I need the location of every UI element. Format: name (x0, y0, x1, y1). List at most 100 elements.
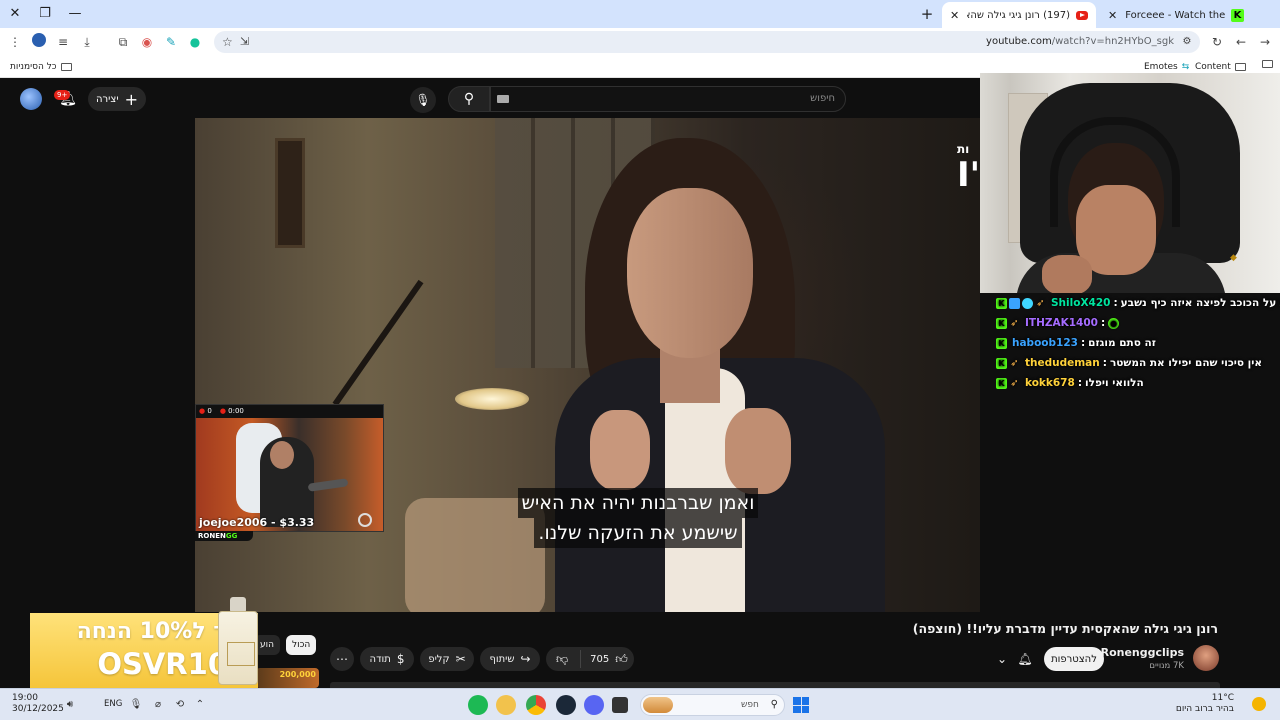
discord-icon[interactable] (584, 695, 604, 715)
chat-separator: : (1077, 377, 1083, 389)
taskbar-search[interactable]: חפש ⚲ (640, 694, 785, 716)
chat-username: kokk678 (1025, 377, 1075, 389)
account-avatar[interactable] (20, 88, 42, 110)
subscription-menu[interactable]: ⌄ (992, 647, 1012, 671)
thanks-button[interactable]: תודה $ (360, 647, 414, 671)
chat-overlay: K ➶ ShiloX420 : ריברת על הכוכב לפיצה איז… (996, 294, 1280, 394)
chat-separator: : (1100, 317, 1106, 329)
extensions-icon[interactable]: ⧉ (114, 33, 132, 51)
bookmark-emotes[interactable]: Emotes ⇆ (1144, 60, 1189, 74)
spotify-icon[interactable] (468, 695, 488, 715)
network-icon[interactable]: ⌀ (150, 697, 166, 713)
search-placeholder: חיפוש (810, 93, 835, 104)
emote-icon: ● (1108, 317, 1120, 329)
channel-avatar[interactable] (1193, 645, 1219, 671)
clip-button[interactable]: קליפ ✂ (420, 647, 474, 671)
chat-username: haboob123 (1012, 337, 1078, 349)
filter-chip-all[interactable]: הכול (286, 635, 317, 655)
overlay-logo-icon (358, 513, 372, 527)
close-window-icon[interactable]: ✕ (4, 4, 26, 24)
forward-icon[interactable]: ← (1232, 33, 1250, 51)
chat-message: K ➶ kokk678 : הלוואי ויפלו (996, 374, 1280, 392)
search-input[interactable]: חיפוש (490, 86, 846, 112)
chat-separator: : (1113, 297, 1118, 309)
bookmark-content[interactable]: Content (1195, 60, 1246, 74)
volume-icon[interactable]: 🔊︎ (62, 697, 78, 713)
clip-label: קליפ (428, 653, 450, 665)
like-count: 705 (590, 653, 610, 665)
chat-message: K ➶ ShiloX420 : ריברת על הכוכב לפיצה איז… (996, 294, 1280, 312)
tab-title: Forceee - Watch the VOD on K (1125, 9, 1225, 21)
minimize-window-icon[interactable]: — (64, 4, 86, 24)
chevron-down-icon: ⌄ (996, 652, 1008, 666)
restore-window-icon[interactable]: ❐ (34, 4, 56, 24)
all-bookmarks-folder[interactable]: כל הסימניות (10, 60, 72, 74)
app-icon[interactable] (496, 695, 516, 715)
close-tab-icon[interactable]: ✕ (1108, 9, 1117, 22)
like-button[interactable]: 705 👍︎ (584, 647, 634, 671)
video-person-hand (590, 410, 650, 490)
dislike-button[interactable]: 👎︎ (556, 652, 568, 667)
create-label: יצירה (96, 93, 119, 105)
recommended-video-thumbnail[interactable]: 200,000 (256, 668, 319, 688)
input-language[interactable]: ENG (104, 699, 122, 709)
search-button[interactable]: ⚲ (448, 86, 490, 112)
scissors-icon: ✂ (455, 652, 466, 666)
close-tab-icon[interactable]: ✕ (950, 9, 959, 22)
translate-icon[interactable]: ✎ (162, 33, 180, 51)
new-tab-button[interactable]: + (918, 4, 936, 24)
microphone-icon[interactable]: 🎙︎ (128, 697, 144, 713)
address-bar[interactable]: ☆ ⇲ youtube.com/watch?v=hn2HYbO_sgk ⚙ (214, 31, 1200, 53)
chat-text: זה סתם מוגזם (1088, 337, 1156, 349)
weather-temperature: 11°C (1211, 693, 1234, 703)
keyboard-icon[interactable] (497, 95, 509, 103)
steam-icon[interactable] (556, 695, 576, 715)
reading-list-icon[interactable]: ≡ (54, 33, 72, 51)
start-button-icon[interactable] (793, 697, 809, 713)
tab-youtube[interactable]: ✕ (197) רונן גיגי גילה שהאקסית (942, 2, 1096, 28)
share-label: שיתוף (489, 653, 515, 665)
back-icon[interactable]: → (1256, 33, 1274, 51)
taskbar: 19:00 30/12/2025 🔊︎ ENG 🎙︎ ⌀ ⟲ ⌃ חפש ⚲ 1… (0, 688, 1280, 720)
kick-badge-icon: K (996, 337, 1007, 349)
notifications-toggle[interactable]: 🔔︎ (1012, 647, 1038, 671)
install-app-icon[interactable]: ⇲ (240, 33, 249, 51)
menu-icon[interactable]: ⋮ (6, 33, 24, 51)
youtube-header: 🔔︎ 9+ יצירה + 🎙︎ ⚲ חיפוש (0, 80, 980, 118)
video-person-face (627, 188, 753, 358)
weather-widget[interactable]: 11°C בהיר ברוב היום (1176, 693, 1234, 715)
all-bookmarks-label: כל הסימניות (10, 62, 57, 72)
reload-icon[interactable]: ↻ (1208, 33, 1226, 51)
site-settings-icon[interactable]: ⚙ (1180, 35, 1194, 49)
more-actions-button[interactable]: ⋯ (330, 647, 354, 671)
downloads-icon[interactable]: ⤓ (78, 33, 96, 51)
app-window-icon[interactable] (612, 697, 628, 713)
grammarly-icon[interactable]: ● (186, 33, 204, 51)
voice-search-icon[interactable]: 🎙︎ (410, 87, 436, 113)
profile-icon[interactable] (30, 33, 48, 51)
video-player[interactable]: ות I' ואמן שברבנות יהיה את האיש שישמע את… (195, 118, 980, 612)
youtube-icon (1076, 10, 1088, 20)
extension-shield-icon[interactable]: ◉ (138, 33, 156, 51)
share-button[interactable]: שיתוף ↪ (480, 647, 540, 671)
chrome-icon[interactable] (526, 695, 546, 715)
subscribe-button[interactable]: להצטרפות (1044, 647, 1104, 671)
clock[interactable]: 19:00 30/12/2025 (12, 693, 64, 715)
sub-badge-icon (1009, 297, 1020, 309)
chat-text: הלוואי ויפלו (1085, 377, 1144, 389)
rocket-badge-icon: ➶ (1036, 297, 1045, 309)
tab-kick[interactable]: ✕ Forceee - Watch the VOD on K K (1100, 2, 1252, 28)
folder-icon (1234, 63, 1246, 71)
create-button[interactable]: יצירה + (88, 87, 146, 111)
promo-code: OSVR10 (97, 647, 228, 681)
bookmark-label: Content (1195, 62, 1231, 72)
folder-icon (1262, 60, 1273, 68)
bookmarks-folder[interactable] (1262, 60, 1273, 68)
sync-icon[interactable]: ⟲ (172, 697, 188, 713)
bookmark-star-icon[interactable]: ☆ (222, 33, 233, 51)
kick-badge-icon: K (996, 377, 1007, 389)
chevron-up-icon[interactable]: ⌃ (192, 697, 208, 713)
tab-title: (197) רונן גיגי גילה שהאקסית (967, 9, 1070, 21)
channel-name[interactable]: Ronenggclips (1101, 646, 1184, 659)
overlay-brand: RONENGG (195, 531, 253, 541)
